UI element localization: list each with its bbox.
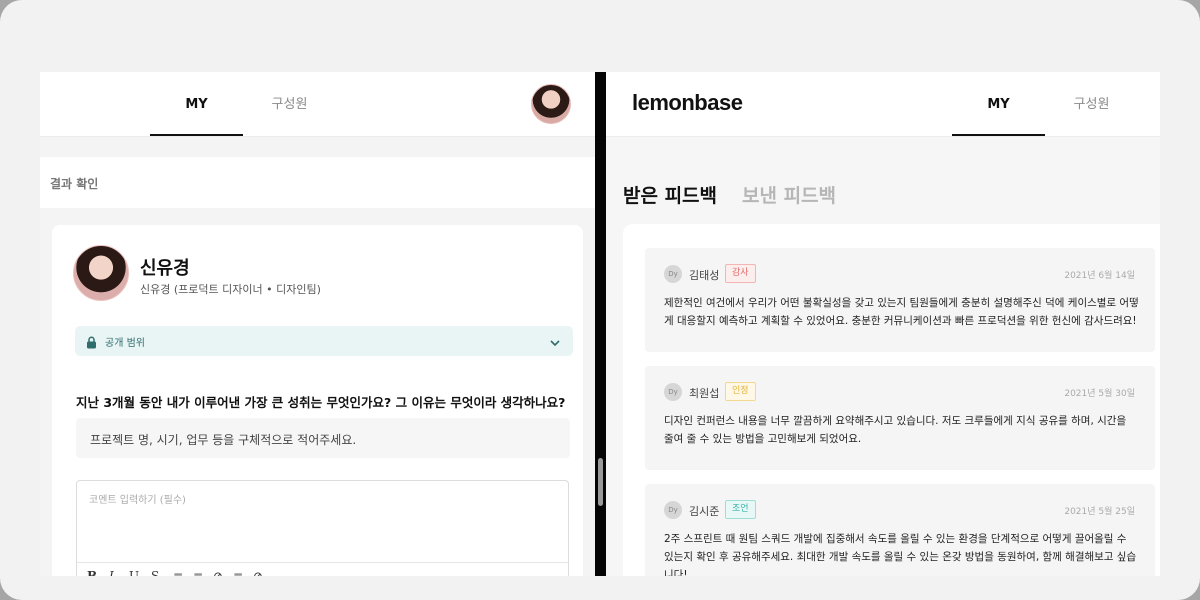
- hint-text: 프로젝트 명, 시기, 업무 등을 구체적으로 적어주세요.: [90, 433, 357, 447]
- scope-dropdown[interactable]: 공개 범위: [75, 326, 573, 356]
- feedback-card: Dy 김태성 감사 2021년 6월 14일 제한적인 여건에서 우리가 어떤 …: [645, 248, 1155, 352]
- question-text: 지난 3개월 동안 내가 이루어낸 가장 큰 성취는 무엇인가요? 그 이유는 …: [76, 395, 566, 410]
- feedback-date: 2021년 6월 14일: [1064, 271, 1135, 281]
- lemonbase-logo[interactable]: lemonbase: [632, 90, 743, 116]
- underline-button[interactable]: U: [129, 569, 139, 576]
- feedback-list: Dy 김태성 감사 2021년 6월 14일 제한적인 여건에서 우리가 어떤 …: [623, 224, 1160, 576]
- bold-button[interactable]: B: [87, 569, 97, 576]
- feedback-tag: 조언: [725, 500, 756, 519]
- feedback-text: 2주 스프린트 때 원팀 스쿼드 개발에 집중해서 속도를 올릴 수 있는 환경…: [664, 533, 1137, 576]
- tab-sent-feedback[interactable]: 보낸 피드백: [742, 181, 836, 208]
- section-title: 결과 확인: [50, 177, 99, 191]
- chevron-down-icon: [549, 334, 561, 353]
- tab-my[interactable]: MY: [952, 72, 1045, 136]
- left-pane: MY 구성원 결과 확인 신유경 신유경 (프로덕트 디자이너 • 디자인팀) …: [40, 72, 595, 576]
- feedback-tag: 감사: [725, 264, 756, 283]
- list-button[interactable]: ≡: [173, 569, 183, 576]
- sender-avatar: Dy: [664, 501, 682, 519]
- sender-avatar: Dy: [664, 265, 682, 283]
- scope-label: 공개 범위: [105, 338, 145, 349]
- user-avatar[interactable]: [531, 84, 571, 124]
- question-hint: 프로젝트 명, 시기, 업무 등을 구체적으로 적어주세요.: [76, 418, 570, 458]
- profile-name: 신유경: [140, 258, 190, 279]
- feedback-date: 2021년 5월 25일: [1064, 507, 1135, 517]
- sender-name: 김시준: [689, 505, 720, 518]
- left-header: MY 구성원: [40, 72, 595, 137]
- comment-box: [76, 480, 569, 563]
- tab-my[interactable]: MY: [150, 72, 243, 136]
- right-header: lemonbase MY 구성원: [606, 72, 1160, 137]
- feedback-card: Dy 김시준 조언 2021년 5월 25일 2주 스프린트 때 원팀 스쿼드 …: [645, 484, 1155, 576]
- lock-icon: [86, 334, 97, 353]
- section-bar: 결과 확인: [40, 157, 595, 208]
- profile-subtitle: 신유경 (프로덕트 디자이너 • 디자인팀): [140, 283, 321, 296]
- tablet-frame: MY 구성원 결과 확인 신유경 신유경 (프로덕트 디자이너 • 디자인팀) …: [0, 0, 1200, 600]
- tab-received-feedback[interactable]: 받은 피드백: [623, 181, 717, 208]
- right-pane: lemonbase MY 구성원 받은 피드백 보낸 피드백 Dy 김태성 감사…: [606, 72, 1160, 576]
- split-screen: MY 구성원 결과 확인 신유경 신유경 (프로덕트 디자이너 • 디자인팀) …: [40, 72, 1160, 576]
- clear-format-button[interactable]: ⊘: [253, 569, 263, 576]
- split-handle[interactable]: [598, 458, 603, 506]
- strike-button[interactable]: S: [151, 569, 159, 576]
- link-button[interactable]: ⊘: [213, 569, 223, 576]
- feedback-date: 2021년 5월 30일: [1064, 389, 1135, 399]
- editor-toolbar: B I U S ≡ ≡ ⊘ ≡ ⊘: [76, 562, 569, 576]
- align-button[interactable]: ≡: [233, 569, 243, 576]
- profile-avatar: [73, 245, 129, 301]
- tab-members[interactable]: 구성원: [1045, 72, 1138, 136]
- ordered-list-button[interactable]: ≡: [193, 569, 203, 576]
- feedback-tag: 인정: [725, 382, 756, 401]
- sender-name: 김태성: [689, 269, 720, 282]
- feedback-text: 제한적인 여건에서 우리가 어떤 불확실성을 갖고 있는지 팀원들에게 충분히 …: [664, 297, 1139, 327]
- comment-input[interactable]: [77, 481, 568, 563]
- tab-members[interactable]: 구성원: [243, 72, 336, 136]
- italic-button[interactable]: I: [109, 569, 114, 576]
- review-card: 신유경 신유경 (프로덕트 디자이너 • 디자인팀) 공개 범위 지난 3개월 …: [52, 225, 583, 576]
- feedback-text: 디자인 컨퍼런스 내용을 너무 깔끔하게 요약해주시고 있습니다. 저도 크루들…: [664, 415, 1127, 445]
- feedback-card: Dy 최원섭 인정 2021년 5월 30일 디자인 컨퍼런스 내용을 너무 깔…: [645, 366, 1155, 470]
- sender-avatar: Dy: [664, 383, 682, 401]
- sender-name: 최원섭: [689, 387, 720, 400]
